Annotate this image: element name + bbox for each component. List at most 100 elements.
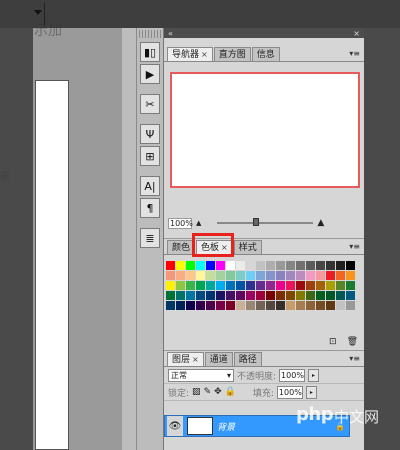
- notes-icon[interactable]: ≣: [140, 228, 160, 248]
- swatch[interactable]: [346, 281, 355, 290]
- tab-color[interactable]: 颜色: [167, 240, 196, 254]
- close-icon[interactable]: ×: [353, 29, 360, 38]
- play-action-icon[interactable]: ▶: [140, 64, 160, 84]
- swatch[interactable]: [336, 271, 345, 280]
- zoom-slider-handle[interactable]: [252, 218, 259, 226]
- swatch[interactable]: [236, 271, 245, 280]
- swatch[interactable]: [236, 301, 245, 310]
- swatch[interactable]: [316, 281, 325, 290]
- swatch[interactable]: [316, 301, 325, 310]
- swatch[interactable]: [276, 301, 285, 310]
- swatch[interactable]: [276, 271, 285, 280]
- swatch[interactable]: [286, 271, 295, 280]
- swatch[interactable]: [176, 301, 185, 310]
- swatch[interactable]: [196, 261, 205, 270]
- swatch[interactable]: [306, 301, 315, 310]
- tools-preset-icon[interactable]: ✂: [140, 94, 160, 114]
- swatch[interactable]: [276, 291, 285, 300]
- swatch[interactable]: [236, 281, 245, 290]
- swatch[interactable]: [216, 271, 225, 280]
- tab-layers[interactable]: 图层 ×: [167, 352, 204, 366]
- swatch[interactable]: [316, 271, 325, 280]
- swatch[interactable]: [266, 291, 275, 300]
- swatch[interactable]: [186, 281, 195, 290]
- opacity-input[interactable]: 100%: [279, 368, 306, 382]
- swatch[interactable]: [226, 261, 235, 270]
- swatch[interactable]: [186, 261, 195, 270]
- swatch[interactable]: [346, 291, 355, 300]
- character-icon[interactable]: A|: [140, 176, 160, 196]
- tab-styles[interactable]: 样式: [233, 240, 262, 254]
- swatch[interactable]: [256, 261, 265, 270]
- fill-arrow-button[interactable]: ▸: [305, 385, 317, 399]
- swatch[interactable]: [226, 281, 235, 290]
- swatch[interactable]: [216, 261, 225, 270]
- swatch[interactable]: [296, 301, 305, 310]
- swatch[interactable]: [286, 261, 295, 270]
- swatch[interactable]: [206, 301, 215, 310]
- opacity-arrow-button[interactable]: ▸: [308, 368, 320, 382]
- lock-pixels-icon[interactable]: ✎: [204, 387, 212, 397]
- panel-menu-icon[interactable]: ▾≡: [349, 242, 360, 251]
- navigator-preview[interactable]: [170, 72, 360, 188]
- tab-info[interactable]: 信息: [251, 47, 280, 61]
- swatch[interactable]: [166, 291, 175, 300]
- swatch[interactable]: [256, 301, 265, 310]
- swatch[interactable]: [296, 281, 305, 290]
- swatch[interactable]: [286, 291, 295, 300]
- swatch[interactable]: [326, 271, 335, 280]
- swatch[interactable]: [186, 301, 195, 310]
- swatch[interactable]: [336, 281, 345, 290]
- zoom-slider[interactable]: [217, 218, 314, 226]
- swatch[interactable]: [176, 291, 185, 300]
- tab-channels[interactable]: 通道: [204, 352, 233, 366]
- swatch[interactable]: [286, 301, 295, 310]
- swatch[interactable]: [306, 291, 315, 300]
- swatch[interactable]: [236, 261, 245, 270]
- swatch[interactable]: [296, 291, 305, 300]
- document-canvas[interactable]: [35, 80, 69, 450]
- eye-icon[interactable]: 👁: [167, 416, 183, 436]
- lock-position-icon[interactable]: ✥: [214, 387, 222, 397]
- swatch[interactable]: [186, 291, 195, 300]
- swatch[interactable]: [186, 271, 195, 280]
- swatch[interactable]: [196, 271, 205, 280]
- mountain-large-icon[interactable]: ▲: [317, 218, 324, 228]
- swatch[interactable]: [306, 261, 315, 270]
- swatch[interactable]: [176, 271, 185, 280]
- swatch[interactable]: [206, 261, 215, 270]
- swatch[interactable]: [166, 261, 175, 270]
- close-icon[interactable]: ×: [192, 354, 199, 366]
- swatch[interactable]: [166, 271, 175, 280]
- swatch[interactable]: [306, 281, 315, 290]
- panel-menu-icon[interactable]: ▾≡: [349, 354, 360, 363]
- swatch[interactable]: [196, 291, 205, 300]
- swatch[interactable]: [276, 261, 285, 270]
- lock-all-icon[interactable]: 🔒: [225, 387, 236, 397]
- swatch[interactable]: [326, 301, 335, 310]
- lock-transparency-icon[interactable]: ▨: [192, 387, 201, 397]
- swatch[interactable]: [236, 291, 245, 300]
- swatch[interactable]: [256, 281, 265, 290]
- swatch[interactable]: [196, 281, 205, 290]
- swatch[interactable]: [326, 291, 335, 300]
- tab-histogram[interactable]: 直方图: [213, 47, 251, 61]
- swatch[interactable]: [286, 281, 295, 290]
- paragraph-icon[interactable]: ¶: [140, 198, 160, 218]
- swatch[interactable]: [336, 301, 345, 310]
- close-icon[interactable]: ×: [201, 49, 208, 61]
- swatch[interactable]: [316, 291, 325, 300]
- swatch[interactable]: [256, 291, 265, 300]
- swatch[interactable]: [346, 261, 355, 270]
- swatch[interactable]: [266, 261, 275, 270]
- swatch[interactable]: [166, 301, 175, 310]
- swatch[interactable]: [296, 261, 305, 270]
- swatch[interactable]: [206, 291, 215, 300]
- brush-icon[interactable]: Ψ: [140, 124, 160, 144]
- swatch[interactable]: [196, 301, 205, 310]
- swatch[interactable]: [176, 261, 185, 270]
- swatch[interactable]: [166, 281, 175, 290]
- swatch[interactable]: [246, 291, 255, 300]
- swatch[interactable]: [266, 271, 275, 280]
- swatch[interactable]: [206, 281, 215, 290]
